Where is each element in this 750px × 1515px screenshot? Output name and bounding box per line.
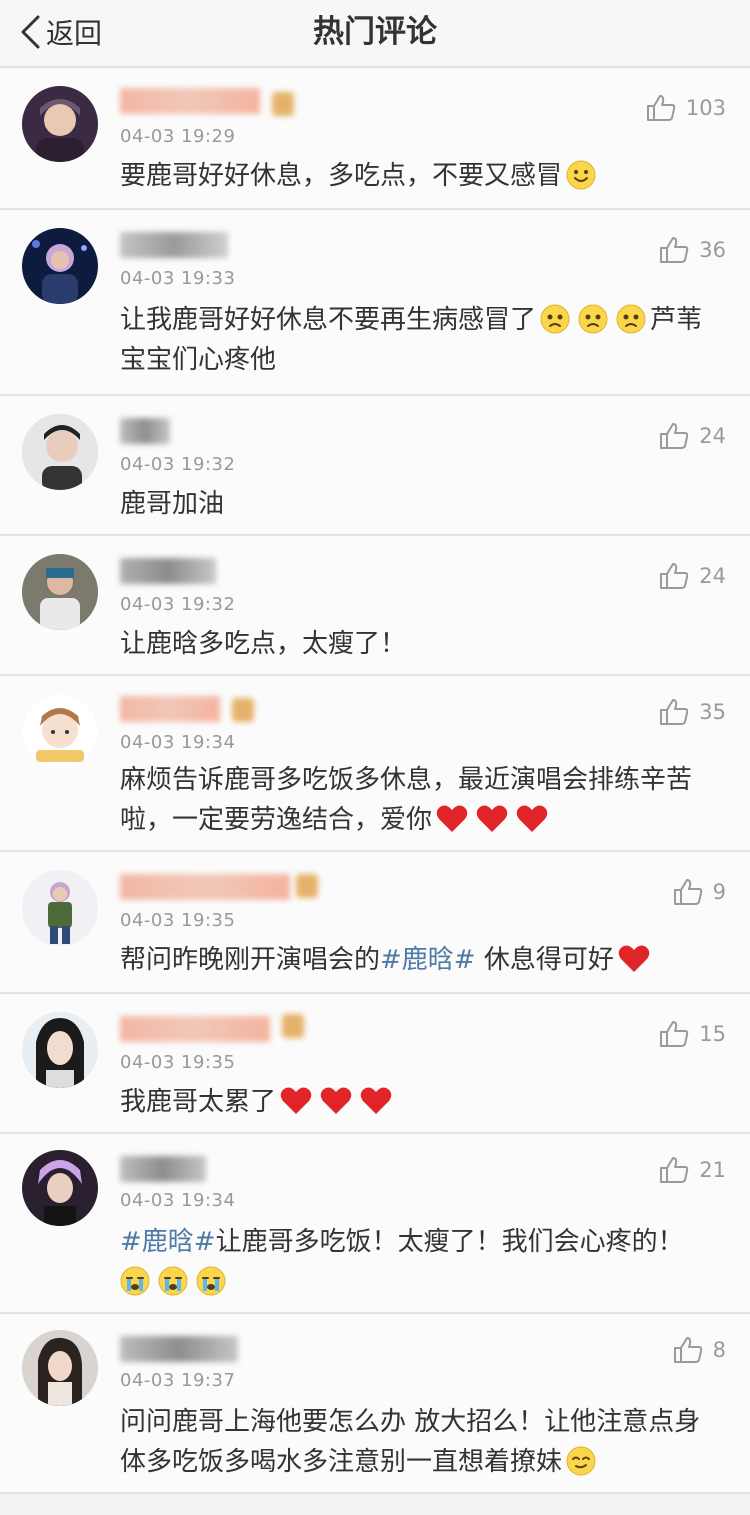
like-button[interactable]: 35 [659,698,726,726]
comment-text: 让我鹿哥好好休息不要再生病感冒了 芦苇 宝宝们心疼他 [120,304,703,375]
comment-time: 04-03 19:32 [120,594,236,615]
smug-emoji-icon [566,1446,596,1476]
avatar[interactable] [22,1012,98,1088]
member-badge [296,874,318,898]
comment-item[interactable]: 04-03 19:32 24 鹿哥加油 [0,396,750,536]
comment-time: 04-03 19:29 [120,126,236,147]
thumbs-up-icon [660,1157,689,1183]
comment-time: 04-03 19:32 [120,454,236,475]
like-count: 15 [699,1022,726,1046]
like-count: 103 [685,96,726,120]
heart-emoji-icon [436,804,468,834]
username[interactable] [120,696,220,722]
back-label: 返回 [46,17,103,50]
heart-emoji-icon [360,1086,392,1116]
username[interactable] [120,418,170,444]
like-count: 21 [699,1158,726,1182]
crying-emoji-icon [120,1266,150,1296]
avatar[interactable] [22,86,98,162]
comment-time: 04-03 19:34 [120,1190,236,1211]
comment-item[interactable]: 04-03 19:34 35 麻烦告诉鹿哥多吃饭多休息，最近演唱会排练辛苦 啦，一… [0,676,750,852]
like-button[interactable]: 21 [659,1156,726,1184]
heart-emoji-icon [516,804,548,834]
sad-emoji-icon [616,304,646,334]
comment-time: 04-03 19:37 [120,1370,236,1391]
member-badge [282,1014,304,1038]
thumbs-up-icon [660,423,689,449]
username[interactable] [120,1336,238,1362]
comment-item[interactable]: 04-03 19:32 24 让鹿晗多吃点，太瘦了！ [0,536,750,676]
comment-item[interactable]: 04-03 19:37 8 问问鹿哥上海他要怎么办 放大招么！让他注意点身 体多吃… [0,1314,750,1494]
like-count: 9 [712,880,726,904]
avatar[interactable] [22,1330,98,1406]
smile-emoji-icon [566,160,596,190]
comment-text: 问问鹿哥上海他要怎么办 放大招么！让他注意点身 体多吃饭多喝水多注意别一直想着撩妹 [120,1407,701,1477]
like-button[interactable]: 24 [659,562,726,590]
thumbs-up-icon [660,563,689,589]
back-button[interactable]: 返回 [18,12,102,52]
crying-emoji-icon [158,1266,188,1296]
comment-item[interactable]: 04-03 19:33 36 让我鹿哥好好休息不要再生病感冒了 芦苇 宝宝们心疼他 [0,210,750,396]
comment-item[interactable]: 04-03 19:29 103 要鹿哥好好休息，多吃点，不要又感冒 [0,68,750,210]
comment-text: #鹿晗#让鹿哥多吃饭！太瘦了！我们会心疼的！ [120,1222,728,1302]
topic-link[interactable]: #鹿晗# [380,945,476,975]
like-count: 8 [712,1338,726,1362]
crying-emoji-icon [196,1266,226,1296]
avatar[interactable] [22,694,98,770]
comment-text: 鹿哥加油 [120,489,225,519]
heart-emoji-icon [320,1086,352,1116]
username[interactable] [120,1016,270,1042]
thumbs-up-icon [660,1021,689,1047]
sad-emoji-icon [540,304,570,334]
comment-time: 04-03 19:35 [120,910,236,931]
chevron-left-icon [21,15,40,49]
thumbs-up-icon [646,95,676,121]
like-button[interactable]: 9 [673,878,726,906]
comment-item[interactable]: 04-03 19:35 15 我鹿哥太累了 [0,994,750,1134]
avatar[interactable] [22,414,98,490]
like-count: 24 [699,564,726,588]
thumbs-up-icon [673,1337,702,1363]
avatar[interactable] [22,228,98,304]
thumbs-up-icon [673,879,702,905]
nav-bar: 返回 热门评论 [0,0,750,68]
comment-text: 麻烦告诉鹿哥多吃饭多休息，最近演唱会排练辛苦 啦，一定要劳逸结合，爱你 [120,765,693,835]
heart-emoji-icon [618,944,650,974]
sad-emoji-icon [578,304,608,334]
comment-text: 帮问昨晚刚开演唱会的#鹿晗# 休息得可好 [120,940,728,980]
like-button[interactable]: 103 [646,94,726,122]
comment-time: 04-03 19:35 [120,1052,236,1073]
member-badge [232,698,254,722]
username[interactable] [120,232,228,258]
like-button[interactable]: 24 [659,422,726,450]
like-count: 35 [699,700,726,724]
username[interactable] [120,558,216,584]
comment-text: 让鹿晗多吃点，太瘦了！ [120,629,407,659]
thumbs-up-icon [660,699,689,725]
comment-time: 04-03 19:34 [120,732,236,753]
thumbs-up-icon [660,237,689,263]
member-badge [272,92,294,116]
heart-emoji-icon [476,804,508,834]
topic-link[interactable]: #鹿晗# [120,1227,216,1257]
comment-item[interactable]: 04-03 19:34 21 #鹿晗#让鹿哥多吃饭！太瘦了！我们会心疼的！ [0,1134,750,1314]
like-button[interactable]: 36 [659,236,726,264]
comment-list: 04-03 19:29 103 要鹿哥好好休息，多吃点，不要又感冒 04-03 … [0,68,750,1494]
avatar[interactable] [22,1150,98,1226]
heart-emoji-icon [280,1086,312,1116]
like-button[interactable]: 8 [673,1336,726,1364]
comment-item[interactable]: 04-03 19:35 9 帮问昨晚刚开演唱会的#鹿晗# 休息得可好 [0,852,750,994]
comment-text: 要鹿哥好好休息，多吃点，不要又感冒 [120,156,728,196]
comment-text: 我鹿哥太累了 [120,1082,728,1122]
comment-time: 04-03 19:33 [120,268,236,289]
like-count: 36 [699,238,726,262]
username[interactable] [120,1156,206,1182]
username[interactable] [120,88,260,114]
page-title: 热门评论 [313,14,437,50]
avatar[interactable] [22,554,98,630]
like-count: 24 [699,424,726,448]
avatar[interactable] [22,870,98,946]
like-button[interactable]: 15 [659,1020,726,1048]
username[interactable] [120,874,290,900]
